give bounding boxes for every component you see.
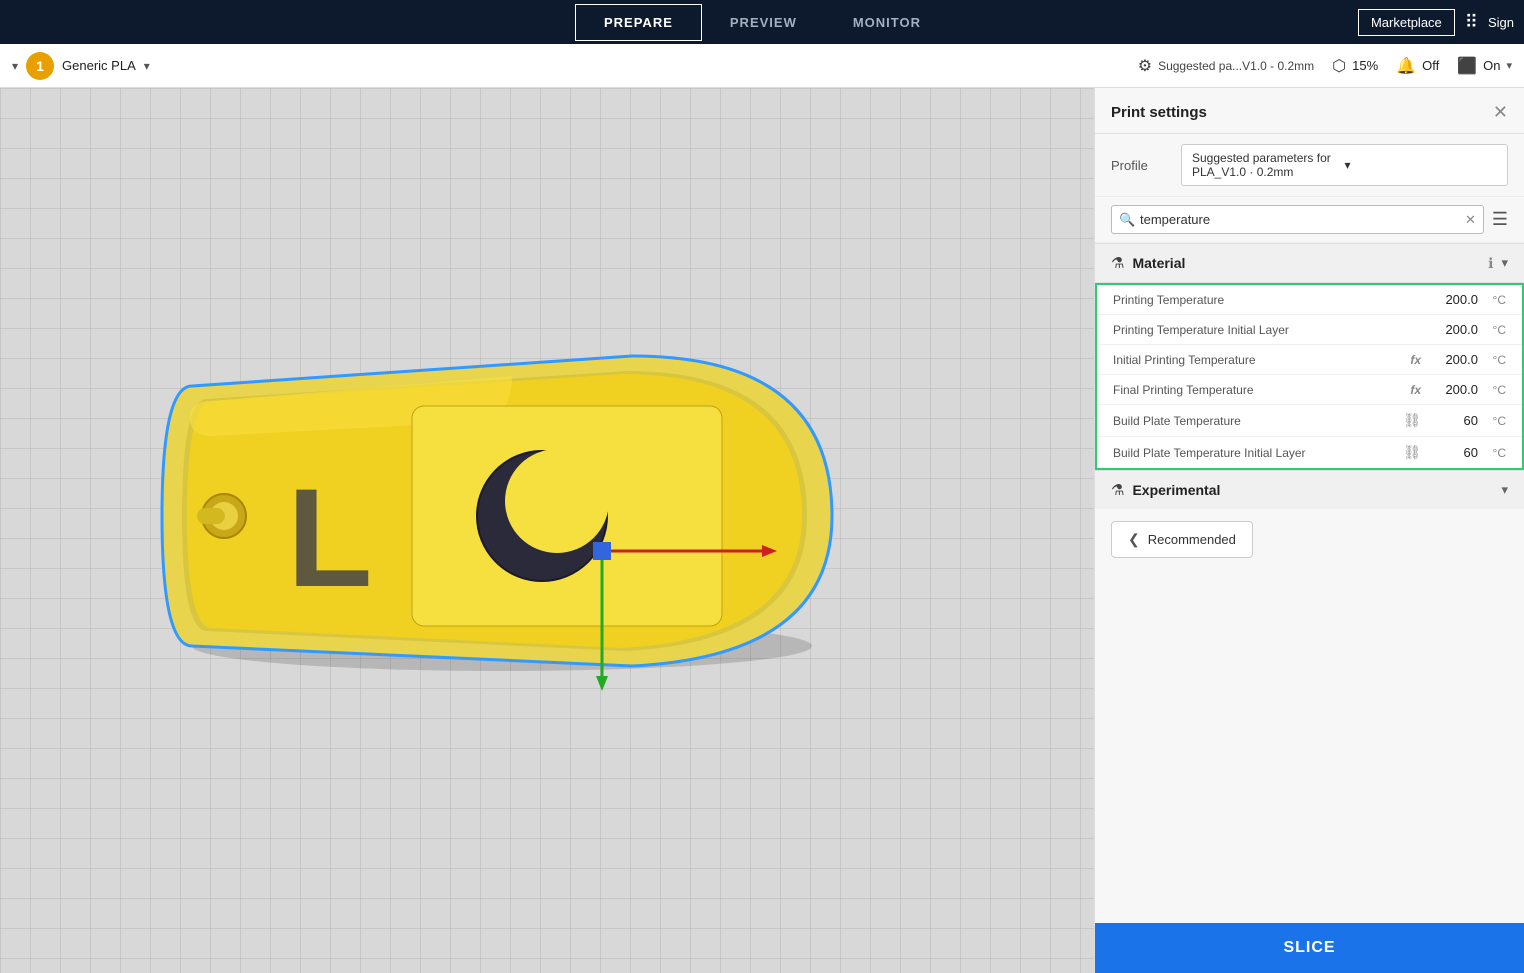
material-section-header[interactable]: ⚗ Material ℹ ▾ [1095, 243, 1524, 283]
nav-tabs: PREPARE PREVIEW MONITOR [575, 4, 949, 41]
setting-unit-build-plate-temp-initial: °C [1486, 446, 1506, 460]
adhesion-dropdown-caret[interactable]: ▾ [1506, 59, 1512, 72]
search-wrapper: 🔍 ✕ [1111, 205, 1484, 234]
setting-unit-printing-temp: °C [1486, 293, 1506, 307]
setting-name-build-plate-temp: Build Plate Temperature [1113, 414, 1395, 428]
setting-row-build-plate-temp-initial: Build Plate Temperature Initial Layer ⛓ … [1097, 437, 1522, 468]
search-row: 🔍 ✕ ☰ [1095, 197, 1524, 243]
printer-name-dropdown[interactable]: ▾ [144, 59, 150, 73]
slice-area: Slice [1095, 923, 1524, 973]
apps-grid-icon[interactable]: ⠿ [1465, 12, 1478, 33]
support-icon: 🔔 [1396, 56, 1416, 76]
setting-value-printing-temp-initial[interactable]: 200.0 [1433, 322, 1478, 337]
second-toolbar: ▾ 1 Generic PLA ▾ ⚙ Suggested pa...V1.0 … [0, 44, 1524, 88]
recommended-label: Recommended [1148, 532, 1236, 547]
material-settings-table: Printing Temperature 200.0 °C Printing T… [1095, 283, 1524, 470]
main-area: L Print settings ✕ Pr [0, 88, 1524, 973]
infill-group[interactable]: ⬡ 15% [1332, 56, 1378, 76]
setting-unit-initial-printing-temp: °C [1486, 353, 1506, 367]
setting-link-icon-6: ⛓ [1403, 444, 1421, 461]
setting-row-build-plate-temp: Build Plate Temperature ⛓ 60 °C [1097, 405, 1522, 437]
setting-row-final-printing-temp: Final Printing Temperature fx 200.0 °C [1097, 375, 1522, 405]
profile-row: Profile Suggested parameters for PLA_V1.… [1095, 134, 1524, 197]
setting-name-final-printing-temp: Final Printing Temperature [1113, 383, 1402, 397]
setting-value-build-plate-temp[interactable]: 60 [1433, 413, 1478, 428]
setting-unit-build-plate-temp: °C [1486, 414, 1506, 428]
profile-label: Profile [1111, 158, 1171, 173]
3d-object-area: L [112, 306, 872, 756]
material-chevron-icon: ▾ [1501, 255, 1508, 271]
topbar-right: Marketplace ⠿ Sign [1358, 9, 1514, 36]
setting-name-build-plate-temp-initial: Build Plate Temperature Initial Layer [1113, 446, 1395, 460]
recommended-area: ❮ Recommended [1095, 509, 1524, 570]
close-panel-button[interactable]: ✕ [1493, 102, 1508, 123]
material-section-title: Material [1132, 255, 1480, 271]
settings-sliders-icon: ⚙ [1138, 56, 1152, 76]
experimental-section-header[interactable]: ⚗ Experimental ▾ [1095, 470, 1524, 509]
setting-row-initial-printing-temp: Initial Printing Temperature fx 200.0 °C [1097, 345, 1522, 375]
experimental-chevron-icon: ▾ [1501, 482, 1508, 498]
settings-profile-label: Suggested pa...V1.0 - 0.2mm [1158, 59, 1314, 73]
setting-value-initial-printing-temp[interactable]: 200.0 [1433, 352, 1478, 367]
search-input[interactable] [1111, 205, 1484, 234]
nav-preview[interactable]: PREVIEW [702, 5, 825, 40]
profile-dropdown-value: Suggested parameters for PLA_V1.0 · 0.2m… [1192, 151, 1345, 179]
panel-title: Print settings [1111, 104, 1207, 121]
marketplace-button[interactable]: Marketplace [1358, 9, 1455, 36]
nav-monitor[interactable]: MONITOR [825, 5, 949, 40]
sign-button[interactable]: Sign [1488, 15, 1514, 30]
printer-icon: 1 [26, 52, 54, 80]
recommended-arrow-icon: ❮ [1128, 531, 1140, 548]
material-info-icon[interactable]: ℹ [1488, 255, 1493, 272]
search-clear-icon[interactable]: ✕ [1465, 212, 1476, 228]
profile-dropdown-caret: ▾ [1345, 158, 1498, 172]
toolbar-left: ▾ 1 Generic PLA ▾ [12, 52, 1130, 80]
search-icon: 🔍 [1119, 212, 1135, 228]
svg-text:L: L [287, 459, 373, 616]
setting-row-printing-temp: Printing Temperature 200.0 °C [1097, 285, 1522, 315]
setting-unit-printing-temp-initial: °C [1486, 323, 1506, 337]
setting-link-icon-5: ⛓ [1403, 412, 1421, 429]
viewport[interactable]: L [0, 88, 1094, 973]
setting-fx-icon-4: fx [1410, 383, 1421, 397]
slice-button[interactable]: Slice [1095, 923, 1524, 973]
setting-value-printing-temp[interactable]: 200.0 [1433, 292, 1478, 307]
setting-value-final-printing-temp[interactable]: 200.0 [1433, 382, 1478, 397]
topbar: PREPARE PREVIEW MONITOR Marketplace ⠿ Si… [0, 0, 1524, 44]
setting-name-printing-temp-initial: Printing Temperature Initial Layer [1113, 323, 1425, 337]
nav-prepare[interactable]: PREPARE [575, 4, 702, 41]
setting-name-printing-temp: Printing Temperature [1113, 293, 1425, 307]
material-section: ⚗ Material ℹ ▾ Printing Temperature 200.… [1095, 243, 1524, 470]
profile-dropdown[interactable]: Suggested parameters for PLA_V1.0 · 0.2m… [1181, 144, 1508, 186]
panel-header: Print settings ✕ [1095, 88, 1524, 134]
right-panel: Print settings ✕ Profile Suggested param… [1094, 88, 1524, 973]
infill-value: 15% [1352, 58, 1378, 73]
toolbar-right: ⚙ Suggested pa...V1.0 - 0.2mm ⬡ 15% 🔔 Of… [1138, 56, 1512, 76]
adhesion-icon: ⬛ [1457, 56, 1477, 76]
setting-name-initial-printing-temp: Initial Printing Temperature [1113, 353, 1402, 367]
setting-row-printing-temp-initial: Printing Temperature Initial Layer 200.0… [1097, 315, 1522, 345]
print-settings-group[interactable]: ⚙ Suggested pa...V1.0 - 0.2mm [1138, 56, 1314, 76]
setting-unit-final-printing-temp: °C [1486, 383, 1506, 397]
infill-icon: ⬡ [1332, 56, 1346, 76]
material-icon: ⚗ [1111, 254, 1124, 272]
filter-menu-icon[interactable]: ☰ [1492, 209, 1508, 230]
support-group[interactable]: 🔔 Off [1396, 56, 1439, 76]
setting-value-build-plate-temp-initial[interactable]: 60 [1433, 445, 1478, 460]
printer-dropdown-arrow[interactable]: ▾ [12, 59, 18, 73]
recommended-button[interactable]: ❮ Recommended [1111, 521, 1253, 558]
adhesion-toggle-label: On [1483, 58, 1500, 73]
setting-fx-icon-3: fx [1410, 353, 1421, 367]
experimental-section-title: Experimental [1132, 482, 1493, 498]
adhesion-group[interactable]: ⬛ On ▾ [1457, 56, 1512, 76]
support-toggle-label: Off [1422, 58, 1439, 73]
printer-name: Generic PLA [62, 58, 136, 73]
experimental-icon: ⚗ [1111, 481, 1124, 499]
